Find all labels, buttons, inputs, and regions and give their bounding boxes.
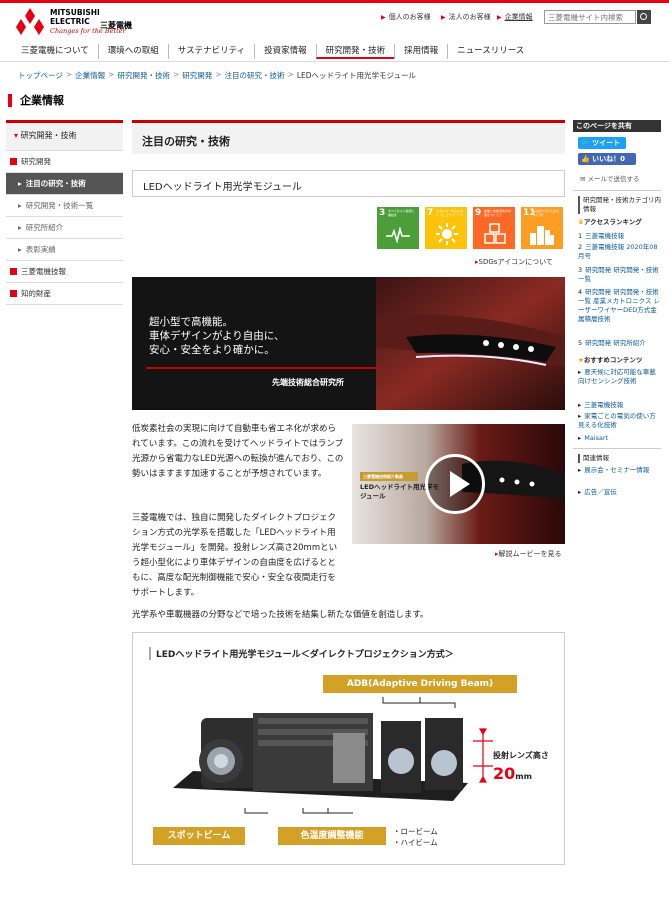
mail-share-link[interactable]: ✉ メールで送信する [580,173,640,183]
spot-beam-label: スポットビーム [153,827,245,845]
play-icon[interactable] [425,454,485,514]
lens-height-label: 投射レンズ高さ [493,751,549,760]
related-heading: 関連情報 [578,454,662,463]
header-divider [0,61,669,62]
ranking-item-3[interactable]: 3 研究開発 研究開発・技術一覧 [578,266,662,284]
ranking-category: 研究開発・技術カテゴリ内情報 [578,196,662,214]
hero-banner: 超小型で高機能。 車体デザインがより自由に、 安心・安全をより確かに。 先端技術… [132,277,565,410]
util-link-business[interactable]: ▶ 法人のお客様 [441,12,491,22]
arrow-icon: ▶ [381,13,386,21]
lens-height-value: 20mm [493,764,532,783]
recommend-item-1[interactable]: ▸ 悪天候に対応可能な車載向けセンシング技術 [578,368,662,386]
ranking-heading: ♛アクセスランキング [578,218,642,226]
gnav-rnd[interactable]: 研究開発・技術 [315,44,395,59]
thumbs-up-icon: 👍 [581,155,590,163]
city-icon [530,226,554,245]
main-heading: 注目の研究・技術 [132,120,565,154]
util-link-corporate[interactable]: ▶ 企業情報 [497,12,533,22]
sun-icon [436,223,458,245]
chevron-down-icon: ▾ [14,131,19,140]
sdg-icon-3[interactable]: 3 すべての人に健康と福祉を [377,207,419,249]
recommend-item-4[interactable]: ▸ Maisart [578,434,662,443]
crumb-top[interactable]: トップページ [18,70,63,81]
crumb-rnd[interactable]: 研究開発 [182,70,212,81]
tweet-button[interactable]: 🐦 ツイート [578,137,626,149]
right-divider [573,190,661,191]
breadcrumb: トップページ > 企業情報 > 研究開発・技術 > 研究開発 > 注目の研究・技術 > L… [18,70,417,81]
cubes-icon [484,223,506,244]
closing-paragraph: 光学系や車載機器の分野などで培った技術を結集し新たな価値を創造します。 [132,610,429,620]
related-item-1[interactable]: ▸ 展示会・セミナー情報 [578,466,662,475]
crumb-rnd-tech[interactable]: 研究開発・技術 [117,70,170,81]
site-search-input[interactable] [544,10,636,24]
sdg-icon-9[interactable]: 9 産業と技術革新の基盤をつくろう [473,207,515,249]
car-headlight-image [376,277,565,410]
video-link[interactable]: ▸解説ムービーを見る [495,549,562,559]
side-nav: ▾ 研究開発・技術 研究開発 ▸ 注目の研究・技術 ▸ 研究開発・技術一覧 ▸ … [6,120,123,305]
recommend-heading: ★おすすめコンテンツ [578,356,643,364]
related-item-2[interactable]: ▸ 広告／宣伝 [578,488,662,497]
sidenav-item-awards[interactable]: ▸ 表彰実績 [6,239,123,261]
hero-org: 先端技術総合研究所 [272,378,344,387]
twitter-icon: 🐦 [581,139,590,147]
logo-japanese: 三菱電機 [100,21,132,30]
crumb-featured[interactable]: 注目の研究・技術 [225,70,285,81]
sdg-icon-7[interactable]: 7 エネルギーをみんなに そしてクリーンに [425,207,467,249]
square-icon [10,158,17,165]
sidenav-head[interactable]: ▾ 研究開発・技術 [6,123,123,151]
global-nav: 三菱電機について 環境への取組 サステナビリティ 投資家情報 研究開発・技術 採… [12,44,533,59]
square-icon [10,268,17,275]
beam-types: ・ロービーム ・ハイビーム [393,827,438,847]
ranking-item-4[interactable]: 4 研究開発 研究開発・技術一覧 産業メカトロニクス レーザーワイヤーDED方式金… [578,288,662,324]
square-icon [10,290,17,297]
ranking-item-2[interactable]: 2 三菱電機技報 2020年08月号 [578,243,662,261]
top-accent-bar [0,0,669,3]
recommend-item-2[interactable]: ▸ 三菱電機技報 [578,401,662,410]
gnav-sustainability[interactable]: サステナビリティ [167,44,254,59]
mail-icon: ✉ [580,175,586,183]
ranking-item-1[interactable]: 1 三菱電機技報 [578,232,662,241]
article-title: LEDヘッドライト用光学モジュール [132,170,565,197]
crumb-current: LEDヘッドライト用光学モジュール [296,71,417,80]
sdg-about-link[interactable]: ▸SDGsアイコンについて [475,257,553,267]
crumb-corporate[interactable]: 企業情報 [75,70,105,81]
sidenav-item-featured[interactable]: ▸ 注目の研究・技術 [6,173,123,195]
intro-paragraph: 低炭素社会の実現に向けて自動車も省エネ化が求められています。この流れを受けてヘッ… [132,424,344,479]
search-button[interactable] [637,10,651,24]
sidenav-item-labs[interactable]: ▸ 研究所紹介 [6,217,123,239]
ranking-item-5[interactable]: 5 研究開発 研究所紹介 [578,339,662,348]
module-diagram: LEDヘッドライト用光学モジュール＜ダイレクトプロジェクション方式＞ ADB(A… [132,632,565,865]
gnav-investors[interactable]: 投資家情報 [254,44,316,59]
section-title: 企業情報 [8,94,64,107]
gnav-news[interactable]: ニュースリリース [447,44,533,59]
util-link-personal[interactable]: ▶ 個人のお客様 [381,12,431,22]
sdg-icon-11[interactable]: 11 住み続けられるまちづくりを [521,207,563,249]
hero-rule [146,367,376,369]
heartbeat-icon [386,227,410,243]
gnav-environment[interactable]: 環境への取組 [97,44,168,59]
sidenav-item-ip[interactable]: 知的財産 [6,283,123,305]
hero-copy: 超小型で高機能。 車体デザインがより自由に、 安心・安全をより確かに。 [149,316,285,356]
gnav-careers[interactable]: 採用情報 [394,44,447,59]
right-divider [573,448,661,449]
three-diamonds-icon [16,8,44,35]
color-temp-label: 色温度調整機能 [278,827,386,845]
description-paragraph: 三菱電機では、独自に開発したダイレクトプロジェクション方式の光学系を搭載した「L… [132,513,338,598]
gnav-about[interactable]: 三菱電機について [12,44,98,59]
facebook-like-button[interactable]: 👍 いいね！0 [578,153,636,165]
recommend-item-3[interactable]: ▸ 家電ごとの電気の使い方見える化技術 [578,412,662,430]
arrow-icon: ▶ [441,13,446,21]
logo-text: MITSUBISHI ELECTRIC [50,8,100,26]
sidenav-item-rnd[interactable]: 研究開発 [6,151,123,173]
sidenav-item-technical-review[interactable]: 三菱電機技報 [6,261,123,283]
sidenav-item-list[interactable]: ▸ 研究開発・技術一覧 [6,195,123,217]
arrow-icon: ▶ [497,13,502,21]
share-heading: このページを共有 [573,120,661,132]
mitsubishi-logo[interactable]: MITSUBISHI ELECTRIC Changes for the Bett… [14,8,144,42]
